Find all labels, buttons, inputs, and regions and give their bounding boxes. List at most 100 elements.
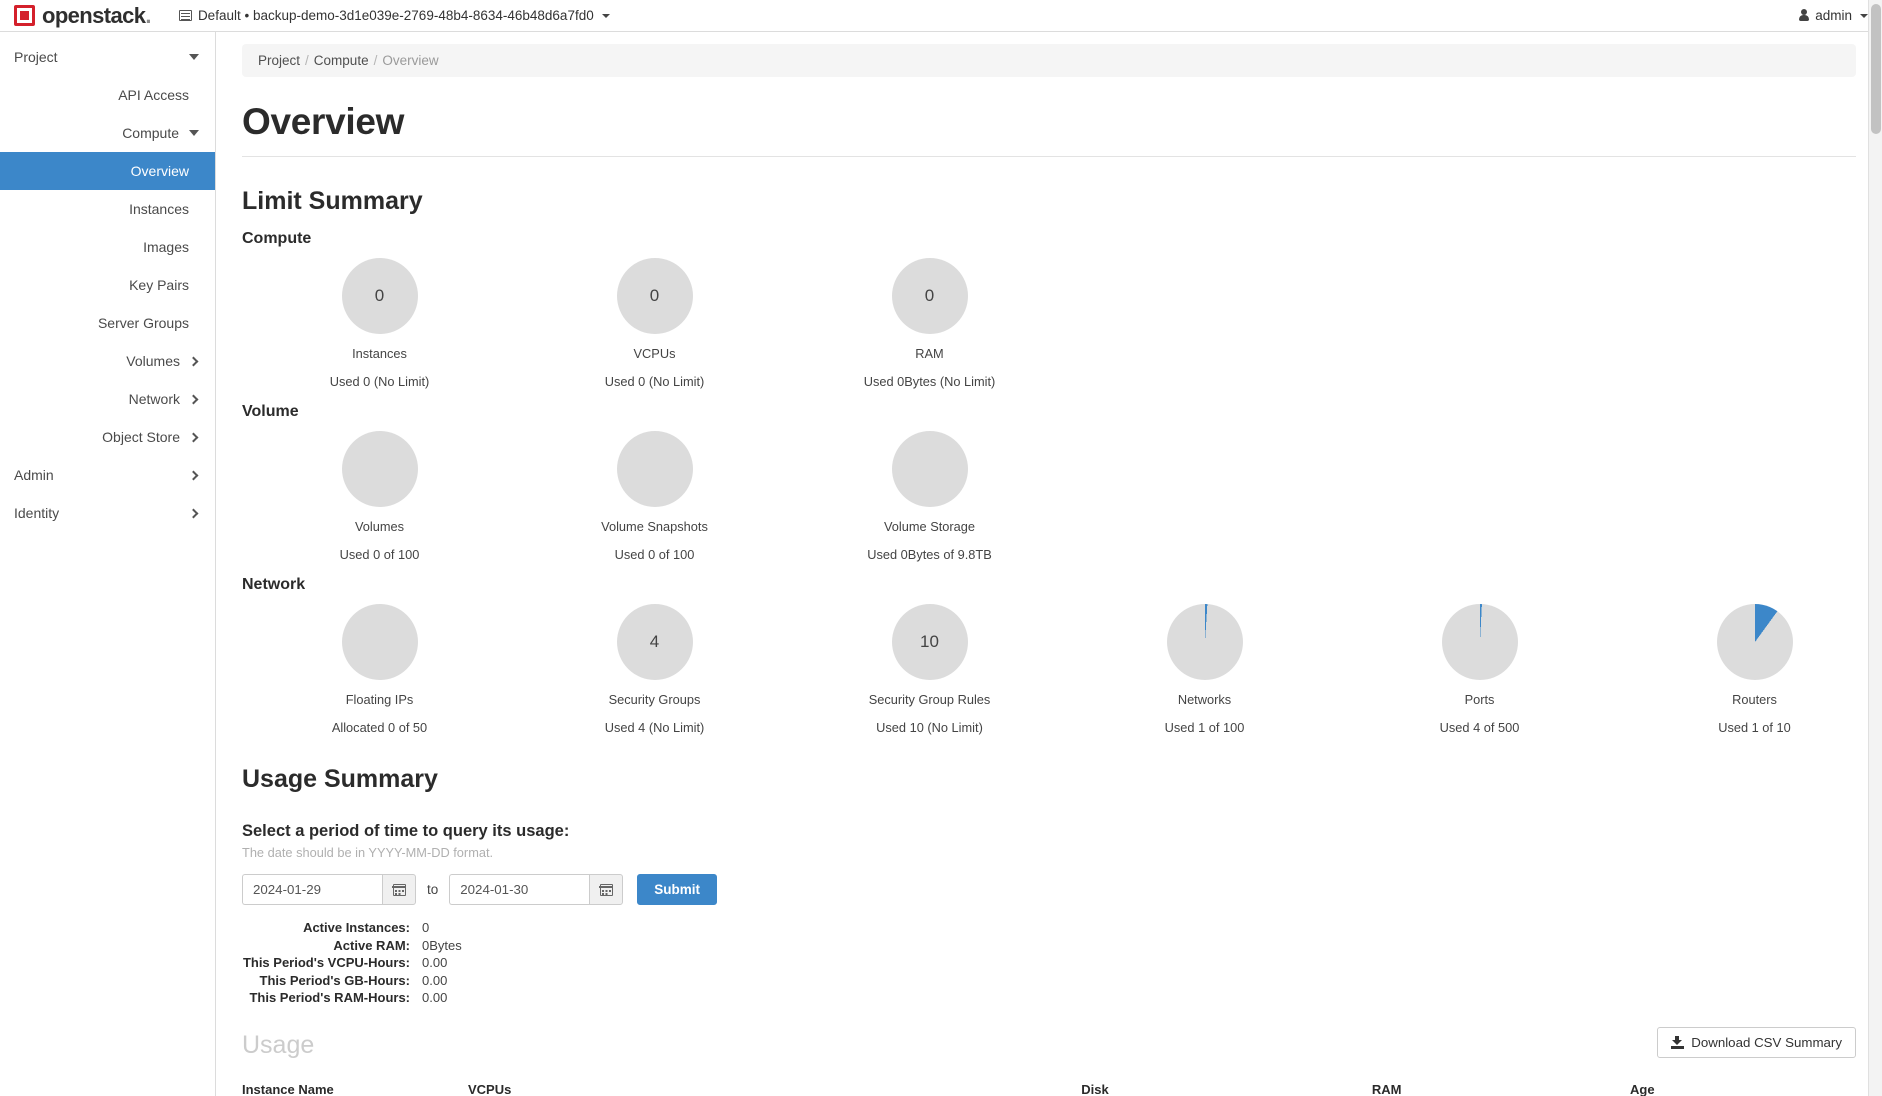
chevron-right-icon — [188, 432, 199, 442]
usage-table-column-ram[interactable]: RAM — [1371, 1072, 1631, 1096]
quota-pie-chart: 0 — [616, 258, 693, 334]
quota-volumes: Volumes Used 0 of 100 — [242, 431, 517, 562]
limit-summary-heading: Limit Summary — [242, 187, 423, 215]
top-navbar: openstack. Default • backup-demo-3d1e039… — [0, 0, 1882, 32]
sidebar-item-server-groups[interactable]: Server Groups — [0, 304, 215, 342]
breadcrumb-separator: / — [373, 53, 378, 68]
sidebar-item-object-store[interactable]: Object Store — [0, 418, 215, 456]
sidebar-item-images[interactable]: Images — [0, 228, 215, 266]
quota-label: Security Group Rules — [868, 692, 991, 707]
quota-value: 10 — [920, 632, 939, 651]
sidebar-item-overview[interactable]: Overview — [0, 152, 215, 190]
quota-group-heading: Compute — [242, 230, 312, 247]
date-to-group — [449, 874, 624, 905]
usage-table-column-disk[interactable]: Disk — [1081, 1072, 1372, 1096]
sidebar-item-label: Project — [14, 49, 58, 65]
date-from-calendar-button[interactable] — [382, 874, 416, 905]
chevron-right-icon — [188, 356, 199, 366]
quota-volume-snapshots: Volume Snapshots Used 0 of 100 — [517, 431, 792, 562]
breadcrumb-item-project[interactable]: Project — [258, 53, 300, 68]
sidebar-item-label: Volumes — [126, 353, 180, 369]
date-from-input[interactable] — [242, 874, 382, 905]
page-scrollbar[interactable] — [1868, 0, 1882, 1096]
quota-networks: Networks Used 1 of 100 — [1067, 604, 1342, 735]
usage-date-range-form: to Submit — [242, 874, 1856, 905]
page-scrollbar-thumb[interactable] — [1871, 4, 1881, 134]
brand-name: openstack — [42, 2, 146, 28]
quota-used-text: Used 1 of 10 — [1718, 720, 1791, 735]
sidebar-item-volumes[interactable]: Volumes — [0, 342, 215, 380]
quota-label: Networks — [1177, 692, 1232, 707]
chevron-right-icon — [188, 470, 199, 480]
download-csv-summary-button[interactable]: Download CSV Summary — [1657, 1026, 1856, 1058]
usage-stat-value: 0.00 — [422, 972, 448, 988]
usage-table-column-vcpus[interactable]: VCPUs — [467, 1072, 1082, 1096]
quota-routers: Routers Used 1 of 10 — [1617, 604, 1882, 735]
calendar-icon — [392, 883, 406, 896]
quota-row: 0 Instances Used 0 (No Limit) 0 VCPUs Used 0 … — [242, 258, 1856, 389]
usage-stat-value: 0 — [422, 920, 430, 935]
project-context-label: Default • backup-demo-3d1e039e-2769-48b4… — [197, 8, 594, 23]
sidebar-item-project[interactable]: Project — [0, 38, 215, 76]
usage-stat-value: 0.00 — [422, 955, 448, 970]
quota-row: Floating IPs Allocated 0 of 50 4 Security G… — [242, 604, 1856, 735]
user-menu-label: admin — [1815, 8, 1852, 23]
user-menu[interactable]: admin — [1799, 8, 1868, 23]
openstack-logo[interactable]: openstack. — [14, 2, 151, 28]
quota-volume-storage: Volume Storage Used 0Bytes of 9.8TB — [792, 431, 1067, 562]
quota-used-text: Used 0 of 100 — [339, 547, 420, 562]
sidebar-item-instances[interactable]: Instances — [0, 190, 215, 228]
pie-slice — [891, 431, 968, 507]
pie-slice — [616, 431, 693, 507]
chevron-down-icon — [189, 54, 199, 60]
breadcrumb-item-overview: Overview — [382, 53, 439, 68]
usage-table-column-instance-name[interactable]: Instance Name — [242, 1072, 468, 1096]
usage-table-column-row: Instance Name VCPUs Disk RAM Age — [242, 1072, 1856, 1096]
quota-ram: 0 RAM Used 0Bytes (No Limit) — [792, 258, 1067, 389]
sidebar-item-label: Overview — [130, 163, 189, 179]
chevron-down-icon — [189, 130, 199, 136]
submit-button[interactable]: Submit — [637, 874, 718, 905]
sidebar-item-label: Network — [128, 391, 180, 407]
quota-pie-chart: 0 — [341, 258, 418, 334]
quota-label: VCPUs — [633, 346, 676, 361]
usage-table-column-age[interactable]: Age — [1630, 1072, 1856, 1096]
sidebar-item-label: API Access — [118, 87, 189, 103]
usage-period-label: Select a period of time to query its usa… — [242, 822, 570, 840]
sidebar-item-network[interactable]: Network — [0, 380, 215, 418]
date-to-input[interactable] — [449, 874, 590, 905]
quota-label: Routers — [1732, 692, 1777, 707]
quota-used-text: Used 10 (No Limit) — [876, 720, 983, 735]
usage-stat-row: This Period's VCPU-Hours: 0.00 — [242, 954, 1856, 972]
quota-label: RAM — [915, 346, 944, 361]
quota-pie-chart — [891, 431, 968, 507]
sidebar-item-label: Images — [143, 239, 189, 255]
usage-stat-key: This Period's VCPU-Hours: — [242, 955, 410, 970]
download-icon — [1671, 1035, 1685, 1049]
usage-stat-key: Active Instances: — [303, 920, 410, 935]
sidebar-item-label: Admin — [14, 467, 54, 483]
quota-used-text: Used 1 of 100 — [1164, 720, 1245, 735]
sidebar-item-api-access[interactable]: API Access — [0, 76, 215, 114]
sidebar-item-admin[interactable]: Admin — [0, 456, 215, 494]
usage-stat-row: Active Instances: 0 — [242, 919, 1856, 937]
sidebar-item-identity[interactable]: Identity — [0, 494, 215, 532]
project-context-switcher[interactable]: Default • backup-demo-3d1e039e-2769-48b4… — [178, 8, 610, 23]
date-to-calendar-button[interactable] — [589, 874, 624, 905]
quota-pie-chart — [341, 604, 418, 680]
usage-stat-key: Active RAM: — [333, 937, 410, 953]
sidebar-item-compute[interactable]: Compute — [0, 114, 215, 152]
quota-security-group-rules: 10 Security Group Rules Used 10 (No Limit) — [792, 604, 1067, 735]
usage-stat-key: This Period's RAM-Hours: — [249, 990, 410, 1005]
title-divider — [242, 156, 1856, 157]
usage-stat-key: This Period's GB-Hours: — [259, 972, 410, 988]
quota-used-text: Used 0 (No Limit) — [604, 374, 705, 389]
sidebar-item-label: Identity — [14, 505, 60, 521]
sidebar-item-label: Object Store — [102, 429, 180, 445]
breadcrumb-item-compute[interactable]: Compute — [314, 53, 369, 68]
quota-row: Volumes Used 0 of 100 Volume Snapshots Used… — [242, 431, 1856, 562]
quota-value: 0 — [924, 286, 935, 305]
quota-pie-chart: 10 — [891, 604, 968, 680]
quota-vcpus: 0 VCPUs Used 0 (No Limit) — [517, 258, 792, 389]
sidebar-item-key-pairs[interactable]: Key Pairs — [0, 266, 215, 304]
